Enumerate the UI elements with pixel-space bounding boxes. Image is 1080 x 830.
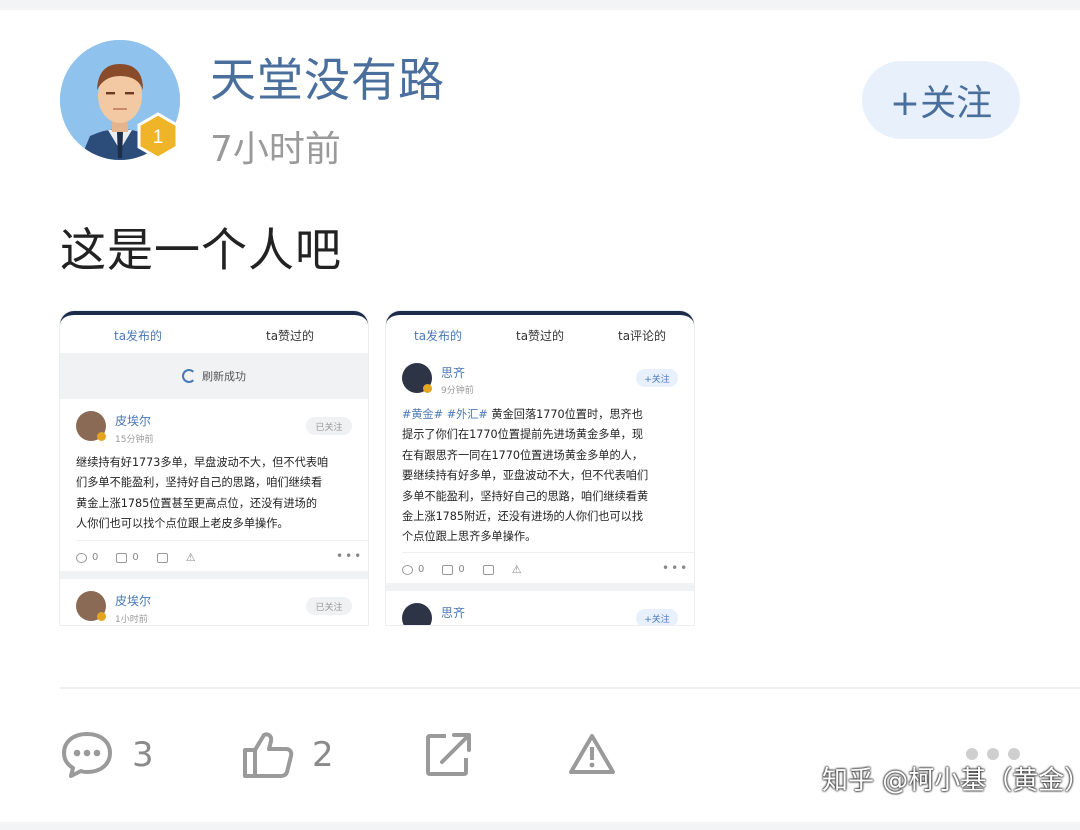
tab-commented: ta评论的 [618,329,667,343]
footer-divider [60,687,1080,689]
share-icon [156,552,168,563]
bottom-strip [0,822,1080,830]
item-divider [402,552,694,553]
dot [987,748,999,760]
username[interactable]: 天堂没有路 [210,44,445,110]
refresh-banner: 刷新成功 [60,353,368,399]
item-text-line: 要继续持有好多单，亚盘波动不大，但不代表咱们 [402,469,649,483]
item-comment-count: 0 [92,552,99,563]
item-text-line: 多单不能盈利，坚持好自己的思路，咱们继续看黄 [402,489,649,503]
item-like: 0 [442,564,465,575]
item-comment-count: 0 [418,564,425,575]
author-name: 思齐 [441,606,466,620]
author-name: 思齐 [441,366,466,380]
tab-liked: ta赞过的 [266,329,315,343]
tag-gold: #黄金# [402,408,444,421]
more-icon: ••• [336,549,364,563]
followed-badge: 已关注 [306,597,352,615]
item-text-line-part: 黄金回落1770位置时，思齐也 [491,408,643,421]
comment-icon [76,552,87,563]
badge-level: 1 [153,127,164,148]
item-text-line: 在有跟思齐一同在1770位置进场黄金多单的人， [402,448,644,462]
like-icon [442,564,454,575]
dot [1008,748,1020,760]
item-comment: 0 [76,552,98,563]
item-separator [60,571,368,579]
item-text-line: 提示了你们在1770位置提前先进场黄金多单，现 [402,428,644,442]
item-text: 继续持有好1773多单，早盘波动不大，但不代表咱 们多单不能盈利，坚持好自己的思… [76,453,356,535]
attached-image-2[interactable]: ta发布的 ta赞过的 ta评论的 思齐 9分钟前 +关注 #黄金# #外汇# … [386,311,694,625]
item-text-line: 继续持有好1773多单，早盘波动不大，但不代表咱 [76,456,329,469]
tag-forex: #外汇# [446,408,488,421]
item-time: 1小时前 [115,615,148,625]
item-text-line: 个点位跟上思齐多单操作。 [402,530,537,544]
item-time: 9分钟前 [441,386,474,396]
item-like-count: 0 [458,564,465,575]
watermark: 知乎 @柯小基（黄金） [822,766,1080,796]
post-time: 7小时前 [210,129,341,170]
item-text-line: 人你们也可以找个点位跟上老皮多单操作。 [76,517,289,531]
share-icon [482,564,494,575]
author-name: 皮埃尔 [115,414,152,428]
author-name: 皮埃尔 [115,594,152,608]
item-share [482,564,494,575]
level-badge-icon: 1 [137,112,179,160]
like-count: 2 [312,735,334,775]
tab-posted: ta发布的 [114,329,163,343]
report-icon [569,734,615,774]
item-separator [386,583,694,591]
item-text: #黄金# #外汇# 黄金回落1770位置时，思齐也 提示了你们在1770位置提前… [402,405,686,548]
refresh-text: 刷新成功 [202,370,246,383]
follow-button[interactable]: +关注 [862,61,1020,139]
item-report: ⚠ [512,563,522,576]
item-share [156,552,168,563]
dot [966,748,978,760]
item-like-count: 0 [132,552,139,563]
follow-button: +关注 [636,609,678,625]
tab-liked: ta赞过的 [516,329,565,343]
followed-badge: 已关注 [306,417,352,435]
author-badge-icon [423,384,432,393]
like-button[interactable]: 2 [242,730,334,780]
author-avatar [402,603,432,625]
item-text-line: 金上涨1785附近，还没有进场的人你们也可以找 [402,510,644,524]
share-icon [426,733,471,776]
comment-count: 3 [132,735,154,775]
item-time: 15分钟前 [115,435,154,445]
tab-bar: ta发布的 ta赞过的 [60,315,368,353]
tab-bar: ta发布的 ta赞过的 ta评论的 [386,315,694,353]
like-icon [243,732,294,778]
report-icon: ⚠ [185,551,196,564]
report-button[interactable] [568,732,616,776]
item-actions: 0 0 ⚠ [402,563,540,576]
item-text-line: 们多单不能盈利，坚持好自己的思路，咱们继续看 [76,476,323,490]
comment-icon [402,564,413,575]
follow-button: +关注 [636,369,678,387]
attached-image-1[interactable]: ta发布的 ta赞过的 刷新成功 皮埃尔 15分钟前 已关注 继续持有好1773… [60,311,368,625]
tab-posted: ta发布的 [414,329,463,343]
more-icon[interactable] [966,748,1020,760]
like-icon [116,552,128,563]
item-text-line: #黄金# #外汇# 黄金回落1770位置时，思齐也 [402,405,686,425]
comment-icon [62,732,112,778]
post-text: 这是一个人吧 [60,223,342,277]
author-badge-icon [97,432,106,441]
more-icon: ••• [662,561,690,575]
item-actions: 0 0 ⚠ [76,551,214,564]
comment-button[interactable]: 3 [60,730,154,780]
item-like: 0 [116,552,139,563]
author-badge-icon [97,612,106,621]
top-strip [0,0,1080,10]
item-divider [76,540,368,541]
item-comment: 0 [402,564,424,575]
item-text-line: 黄金上涨1785位置甚至更高点位，还没有进场的 [76,496,318,510]
refresh-icon [182,369,196,383]
share-button[interactable] [424,730,474,780]
item-report: ⚠ [186,551,196,564]
report-icon: ⚠ [511,563,522,576]
